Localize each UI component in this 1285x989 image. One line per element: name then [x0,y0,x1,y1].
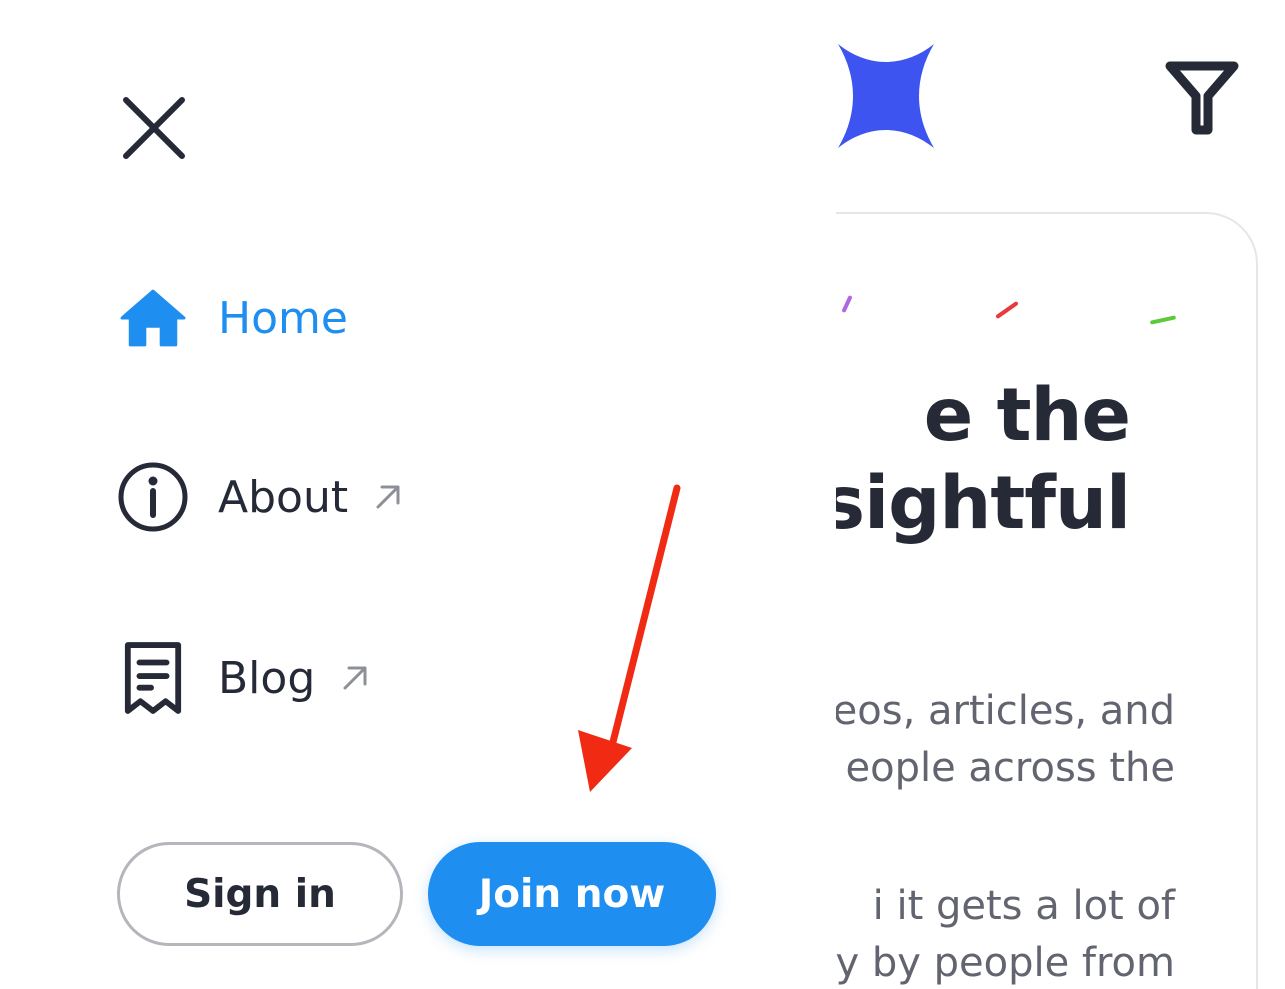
hero-heading-line: sightful [821,461,1131,546]
join-now-button[interactable]: Join now [428,842,716,946]
side-menu-drawer: Home About Blog Sign in Join now [0,0,836,989]
hero-paragraph-line: i it gets a lot of [872,883,1175,929]
menu-item-about[interactable]: About [108,447,402,547]
external-link-icon [341,664,369,692]
menu-item-blog[interactable]: Blog [108,628,369,728]
sign-in-button[interactable]: Sign in [117,842,403,946]
filter-icon [1165,61,1239,135]
info-icon [108,452,198,542]
hero-paragraph-line: eople across the [845,745,1176,791]
hero-paragraph-line: eos, articles, and [832,688,1175,734]
app-viewport: e the sightful eos, articles, and eople … [0,0,1285,989]
menu-item-label: About [218,471,349,523]
receipt-icon [108,633,198,723]
filter-button[interactable] [1162,58,1242,138]
hero-heading-line: e the [923,373,1131,458]
hero-paragraph-line: ly by people from [824,940,1175,986]
external-link-icon [374,483,402,511]
menu-item-label: Home [218,292,348,344]
close-icon [123,97,185,159]
menu-item-label: Blog [218,652,316,704]
sparkle-logo-icon[interactable] [838,44,934,148]
menu-item-home[interactable]: Home [108,268,348,368]
home-icon [108,273,198,363]
close-menu-button[interactable] [104,78,204,178]
